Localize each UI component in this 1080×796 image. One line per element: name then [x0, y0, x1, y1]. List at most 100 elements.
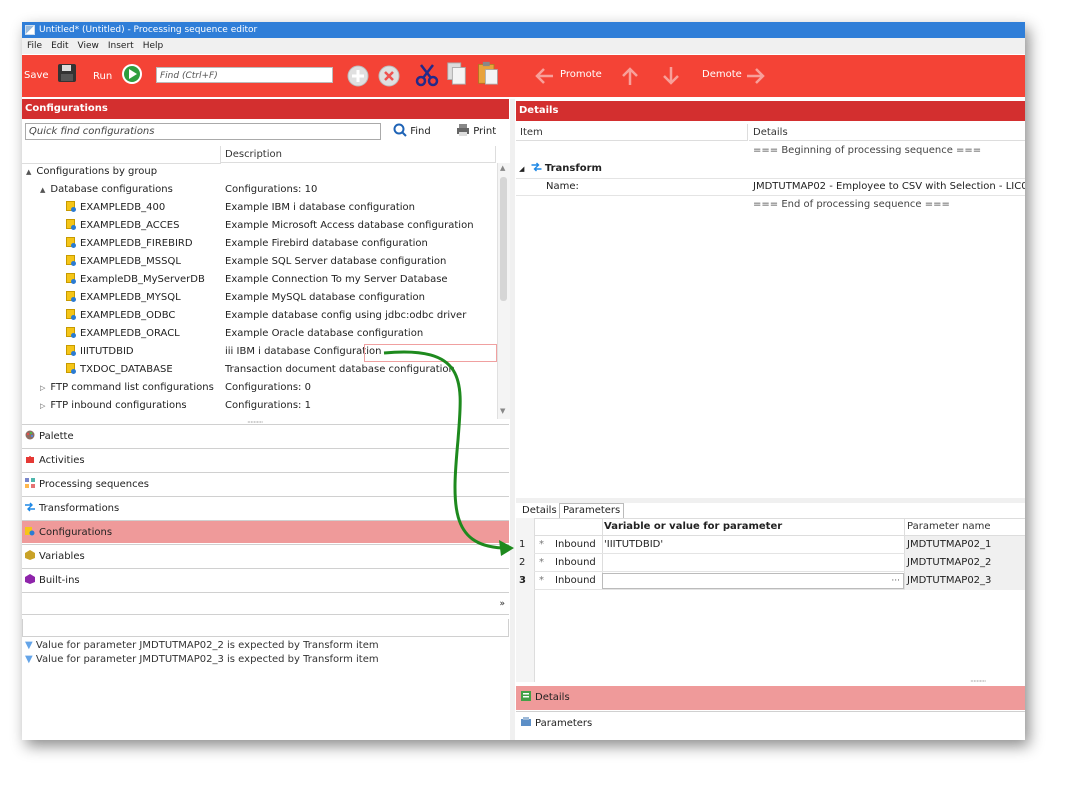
configuration-icon: [66, 219, 76, 230]
find-label: Find: [410, 126, 431, 137]
paste-icon[interactable]: [476, 61, 500, 85]
name-label: Name:: [546, 181, 579, 192]
tree-row[interactable]: EXAMPLEDB_MYSQL Example MySQL database co…: [22, 289, 496, 307]
tree-row-label: EXAMPLEDB_ORACL: [80, 328, 180, 339]
run-button[interactable]: Run: [93, 63, 143, 87]
remove-icon[interactable]: [378, 64, 400, 88]
transform-icon: [25, 502, 35, 512]
save-label: Save: [24, 70, 49, 81]
tree-row[interactable]: EXAMPLEDB_ACCES Example Microsoft Access …: [22, 217, 496, 235]
messages-toolbar: [22, 619, 509, 637]
configuration-icon: [66, 345, 76, 356]
tree-row[interactable]: EXAMPLEDB_ODBC Example database config us…: [22, 307, 496, 325]
accordion-processing-sequences-label: Processing sequences: [39, 479, 149, 490]
cut-icon[interactable]: [415, 63, 439, 87]
demote-button[interactable]: Demote: [702, 63, 742, 87]
configuration-icon: [66, 237, 76, 248]
accordion-activities-label: Activities: [39, 455, 85, 466]
name-value[interactable]: JMDTUTMAP02 - Employee to CSV with Selec…: [753, 178, 1025, 196]
tree-row[interactable]: EXAMPLEDB_FIREBIRD Example Firebird datab…: [22, 235, 496, 253]
find-button[interactable]: Find: [393, 123, 431, 140]
tree-row-label: ExampleDB_MyServerDB: [80, 274, 205, 285]
promote-button[interactable]: Promote: [560, 63, 602, 87]
accordion-configurations[interactable]: Configurations: [22, 520, 509, 543]
parameter-name: JMDTUTMAP02_2: [907, 557, 992, 568]
expander-icon[interactable]: ◢: [519, 165, 524, 173]
scroll-down-icon[interactable]: ▼: [500, 407, 505, 415]
quick-find-input[interactable]: Quick find configurations: [25, 123, 381, 140]
arrow-up-icon: [622, 67, 638, 85]
tree-row[interactable]: ExampleDB_MyServerDB Example Connection T…: [22, 271, 496, 289]
scrollbar-thumb[interactable]: [500, 177, 507, 301]
bottom-accordion-details-label: Details: [535, 692, 570, 703]
splitter-grip[interactable]: ··········: [970, 677, 986, 686]
add-icon[interactable]: [347, 64, 369, 88]
tab-parameters[interactable]: Parameters: [559, 503, 625, 518]
pane-splitter[interactable]: [510, 99, 515, 740]
parameter-name: JMDTUTMAP02_1: [907, 539, 992, 550]
tree-row[interactable]: ▷ FTP command list configurations Configur…: [22, 379, 496, 397]
overflow-chevron-icon[interactable]: »: [499, 593, 505, 616]
ellipsis-icon[interactable]: ···: [891, 574, 900, 588]
tree-row[interactable]: IIITUTDBID iii IBM i database Configurati…: [22, 343, 496, 361]
details-column-header[interactable]: Details: [749, 124, 1025, 141]
tree-row-description: Example IBM i database configuration: [225, 202, 416, 213]
transform-node[interactable]: ◢ Transform: [519, 160, 602, 178]
expander-icon[interactable]: ▲: [26, 168, 31, 176]
scroll-up-icon[interactable]: ▲: [500, 164, 505, 172]
tree-row-description: iii IBM i database Configuration: [225, 346, 382, 357]
description-column-header[interactable]: Description: [221, 146, 496, 163]
tree-row-description: Example Firebird database configuration: [225, 238, 428, 249]
tree-row[interactable]: TXDOC_DATABASE Transaction document datab…: [22, 361, 496, 379]
accordion-variables[interactable]: Variables: [22, 544, 509, 567]
copy-icon[interactable]: [446, 62, 468, 86]
tree-row[interactable]: ▲ Configurations by group: [22, 163, 496, 181]
menu-help[interactable]: Help: [143, 41, 164, 51]
floppy-icon: [57, 64, 76, 82]
configuration-icon: [66, 309, 76, 320]
tree-row-label: EXAMPLEDB_ACCES: [80, 220, 180, 231]
tree-row-label: FTP inbound configurations: [50, 400, 187, 411]
tree-row[interactable]: EXAMPLEDB_400 Example IBM i database conf…: [22, 199, 496, 217]
end-sequence-text: === End of processing sequence ===: [753, 199, 950, 210]
tree-row[interactable]: EXAMPLEDB_ORACL Example Oracle database c…: [22, 325, 496, 343]
menu-view[interactable]: View: [78, 41, 99, 51]
play-icon: [122, 64, 143, 84]
tree-row[interactable]: ▲ Database configurations Configurations: …: [22, 181, 496, 199]
accordion-processing-sequences[interactable]: Processing sequences: [22, 472, 509, 495]
menu-edit[interactable]: Edit: [51, 41, 68, 51]
item-column-header[interactable]: Item: [516, 124, 748, 141]
tree-row-label: EXAMPLEDB_MSSQL: [80, 256, 181, 267]
menu-insert[interactable]: Insert: [108, 41, 134, 51]
accordion-overflow: »: [22, 592, 509, 615]
tree-name-column-header[interactable]: [22, 146, 221, 164]
value-editor-box[interactable]: ···: [602, 573, 904, 589]
value-column-header[interactable]: Variable or value for parameter: [604, 518, 782, 536]
bottom-accordion-details[interactable]: Details: [516, 686, 1025, 710]
tree-row[interactable]: ▷ FTP inbound configurations Configuration…: [22, 397, 496, 415]
expander-icon[interactable]: ▷: [40, 402, 45, 410]
expander-icon[interactable]: ▲: [40, 186, 45, 194]
tree-row[interactable]: EXAMPLEDB_MSSQL Example SQL Server databa…: [22, 253, 496, 271]
find-input[interactable]: Find (Ctrl+F): [156, 67, 333, 83]
parameter-name-column-header[interactable]: Parameter name: [907, 518, 991, 536]
accordion-activities[interactable]: Activities: [22, 448, 509, 471]
expander-icon[interactable]: ▷: [40, 384, 45, 392]
bottom-accordion-parameters[interactable]: Parameters: [516, 711, 1025, 736]
tab-details[interactable]: Details: [519, 504, 560, 518]
parameter-value-input[interactable]: 'IIITUTDBID': [604, 536, 663, 554]
accordion-configurations-label: Configurations: [39, 527, 113, 538]
accordion-built-ins[interactable]: Built-ins: [22, 568, 509, 591]
accordion-palette[interactable]: Palette: [22, 424, 509, 447]
accordion-transformations[interactable]: Transformations: [22, 496, 509, 519]
menu-file[interactable]: File: [27, 41, 42, 51]
tree-scrollbar[interactable]: ▲ ▼: [497, 163, 510, 419]
configurations-header: Configurations: [22, 99, 509, 119]
direction-cell: Inbound: [555, 539, 596, 550]
configuration-icon: [66, 327, 76, 338]
tree-row-label: Database configurations: [50, 184, 173, 195]
print-button[interactable]: Print: [456, 123, 496, 140]
accordion-transformations-label: Transformations: [39, 503, 120, 514]
tree-row-description: Example MySQL database configuration: [225, 292, 425, 303]
save-button[interactable]: Save: [24, 63, 77, 87]
